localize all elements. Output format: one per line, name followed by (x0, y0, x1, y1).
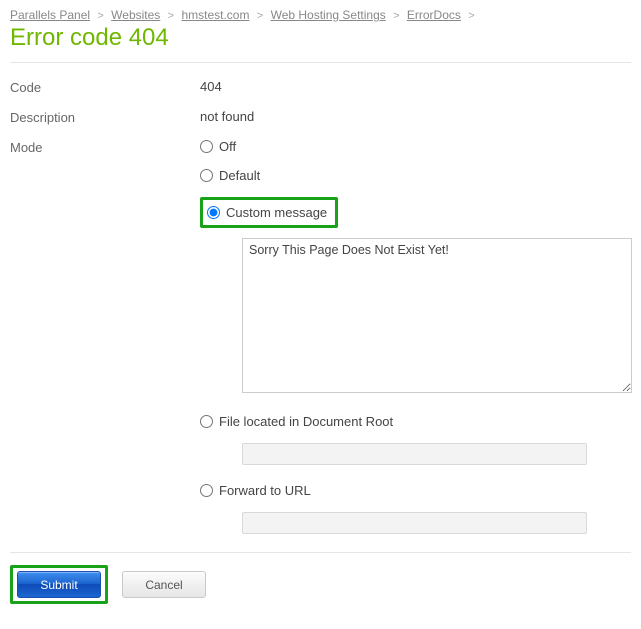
mode-off-label[interactable]: Off (219, 139, 236, 154)
mode-label: Mode (10, 139, 200, 155)
chevron-right-icon: > (257, 10, 263, 22)
breadcrumb: Parallels Panel > Websites > hmstest.com… (10, 8, 631, 22)
mode-default-label[interactable]: Default (219, 168, 260, 183)
code-value: 404 (200, 79, 631, 94)
mode-custom-radio[interactable] (207, 206, 220, 219)
submit-button[interactable]: Submit (17, 571, 101, 598)
mode-file-label[interactable]: File located in Document Root (219, 414, 393, 429)
breadcrumb-link[interactable]: Parallels Panel (10, 8, 90, 22)
description-value: not found (200, 109, 631, 124)
mode-custom-label[interactable]: Custom message (226, 205, 327, 220)
file-path-input (242, 443, 587, 465)
description-label: Description (10, 109, 200, 125)
mode-file-radio[interactable] (200, 415, 213, 428)
breadcrumb-link[interactable]: Web Hosting Settings (271, 8, 386, 22)
chevron-right-icon: > (393, 10, 399, 22)
cancel-button[interactable]: Cancel (122, 571, 206, 598)
breadcrumb-link[interactable]: ErrorDocs (407, 8, 461, 22)
breadcrumb-link[interactable]: Websites (111, 8, 160, 22)
mode-forward-radio[interactable] (200, 484, 213, 497)
divider (10, 62, 631, 63)
mode-default-radio[interactable] (200, 169, 213, 182)
mode-forward-label[interactable]: Forward to URL (219, 483, 311, 498)
forward-url-input (242, 512, 587, 534)
custom-message-textarea[interactable] (242, 238, 632, 393)
breadcrumb-link[interactable]: hmstest.com (181, 8, 249, 22)
page-title: Error code 404 (10, 24, 631, 52)
chevron-right-icon: > (468, 10, 474, 22)
mode-off-radio[interactable] (200, 140, 213, 153)
code-label: Code (10, 79, 200, 95)
chevron-right-icon: > (97, 10, 103, 22)
chevron-right-icon: > (168, 10, 174, 22)
